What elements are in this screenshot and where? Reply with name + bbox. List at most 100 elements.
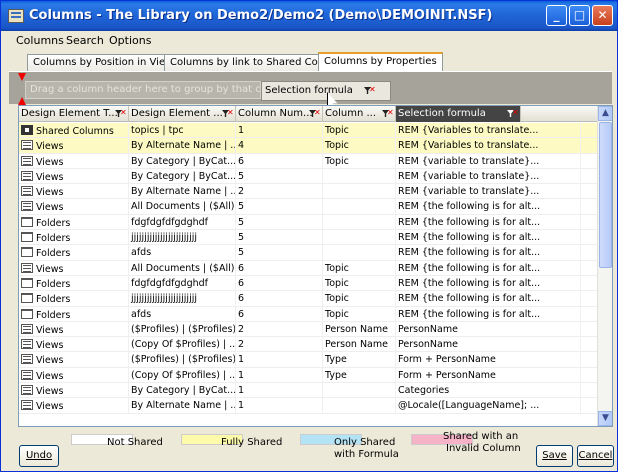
legend-fully-shared-label: Fully Shared xyxy=(221,437,283,448)
table-row[interactable]: Folders jjjjjjjjjjjjjjjjjjjjjjjjj 5 REM {th… xyxy=(19,230,598,246)
cell-formula: PersonName xyxy=(396,321,581,337)
cell-type: Views xyxy=(19,352,129,368)
cell-text: By Alternate Name | ... xyxy=(131,186,236,198)
filter-clear-icon[interactable] xyxy=(309,108,321,118)
cell-num: 5 xyxy=(236,214,323,230)
cell-formula: REM {Variables to translate... xyxy=(396,138,581,154)
table-row[interactable]: Views By Alternate Name | ... 1 @Locale([La… xyxy=(19,398,598,414)
table-row[interactable]: Views By Alternate Name | ... 2 REM {variab… xyxy=(19,184,598,200)
dragged-column-header[interactable]: Selection formula xyxy=(261,81,391,101)
cell-text: afds xyxy=(131,308,152,320)
header-column-number[interactable]: Column Num... xyxy=(236,106,323,122)
cell-type: Views xyxy=(19,153,129,169)
grid-header: Design Element T... Design Element ... C… xyxy=(19,106,598,122)
table-row[interactable]: Folders jjjjjjjjjjjjjjjjjjjjjjjjj 6 Topic RE… xyxy=(19,291,598,307)
cell-element: By Alternate Name | ... xyxy=(129,398,236,414)
filter-clear-icon[interactable] xyxy=(222,108,234,118)
title-bar[interactable]: Columns - The Library on Demo2/Demo2 (De… xyxy=(1,1,617,31)
cell-text: ($Profiles) | ($Profiles) xyxy=(131,354,236,366)
scroll-down-button[interactable]: ▼ xyxy=(598,411,612,426)
columns-grid[interactable]: Design Element T... Design Element ... C… xyxy=(18,105,613,427)
table-row[interactable]: Views (Copy Of $Profiles) | ... 2 Person Na… xyxy=(19,337,598,353)
filter-clear-icon[interactable] xyxy=(115,108,127,118)
tab-columns-by-properties[interactable]: Columns by Properties xyxy=(318,52,443,71)
cell-text: Views xyxy=(36,141,64,153)
cell-text: PersonName xyxy=(398,339,458,351)
undo-button[interactable]: Undo xyxy=(19,445,59,467)
table-row[interactable]: Views By Category | ByCat... 1 Categories xyxy=(19,383,598,399)
menu-columns[interactable]: Columns xyxy=(16,34,64,47)
view-icon xyxy=(21,354,33,365)
header-design-element-type[interactable]: Design Element T... xyxy=(19,106,129,122)
table-row[interactable]: Folders afds 5 REM {the following is for al… xyxy=(19,245,598,261)
table-row[interactable]: Folders fdgfdgfdfgdghdf 5 REM {the followin… xyxy=(19,214,598,231)
table-row[interactable]: Shared Columns topics | tpc 1 Topic REM {Var… xyxy=(19,123,598,139)
cell-formula: Form + PersonName xyxy=(396,352,581,368)
table-row[interactable]: Views All Documents | ($All) 5 REM {the fol… xyxy=(19,199,598,215)
save-button[interactable]: Save xyxy=(536,445,573,467)
header-label: Column ... xyxy=(325,108,377,119)
table-row[interactable]: Views (Copy Of $Profiles) | ... 1 Type Form … xyxy=(19,367,598,384)
view-icon xyxy=(21,385,33,396)
menu-options[interactable]: Options xyxy=(109,34,151,47)
scroll-thumb[interactable] xyxy=(599,122,612,268)
group-by-panel[interactable]: Drag a column header here to group by th… xyxy=(9,71,612,105)
header-selection-formula[interactable]: Selection formula xyxy=(396,106,521,122)
scroll-up-button[interactable]: ▲ xyxy=(598,106,612,121)
cell-num: 1 xyxy=(236,352,323,368)
cancel-button[interactable]: Cancel xyxy=(577,445,614,467)
cell-num: 5 xyxy=(236,199,323,215)
minimize-button[interactable]: _ xyxy=(546,5,567,26)
cell-text: Folders xyxy=(36,294,71,306)
legend-not-shared-label: Not Shared xyxy=(107,437,163,448)
cell-text: All Documents | ($All) xyxy=(131,262,235,274)
cell-num: 5 xyxy=(236,230,323,246)
cell-formula: REM {the following is for alt... xyxy=(396,214,581,230)
table-row[interactable]: Views All Documents | ($All) 6 Topic REM {th… xyxy=(19,260,598,276)
filter-clear-icon[interactable] xyxy=(507,108,519,118)
cell-text: Folders xyxy=(36,248,71,260)
footer-bar: Undo Not Shared Fully Shared Only Shared… xyxy=(1,429,617,471)
table-row[interactable]: Views By Alternate Name | ... 4 Topic REM {V… xyxy=(19,138,598,154)
cell-num: 5 xyxy=(236,245,323,261)
close-button[interactable]: ✕ xyxy=(592,5,613,26)
cell-text: jjjjjjjjjjjjjjjjjjjjjjjjj xyxy=(131,232,197,244)
cell-col: Topic xyxy=(323,123,396,138)
maximize-button[interactable]: □ xyxy=(569,5,590,26)
cell-text: 2 xyxy=(238,323,245,335)
cell-text: REM {Variables to translate... xyxy=(398,125,539,136)
cell-col: Topic xyxy=(323,260,396,276)
cell-text: REM {variable to translate}... xyxy=(398,186,540,198)
cell-type: Views xyxy=(19,138,129,154)
table-row[interactable]: Folders afds 6 Topic REM {the following is f… xyxy=(19,306,598,322)
cell-text: 6 xyxy=(238,293,245,305)
filter-clear-icon[interactable] xyxy=(364,85,376,95)
cell-num: 1 xyxy=(236,367,323,383)
cell-text: REM {the following is for alt... xyxy=(398,232,541,244)
cell-element: fdgfdgfdfgdghdf xyxy=(129,275,236,291)
cell-text: REM {variable to translate}... xyxy=(398,170,540,182)
tab-columns-by-position[interactable]: Columns by Position in Views xyxy=(27,54,185,71)
cell-text: Views xyxy=(36,340,64,352)
cell-num: 1 xyxy=(236,383,323,399)
filter-clear-icon[interactable] xyxy=(382,108,394,118)
table-row[interactable]: Folders fdgfdgfdfgdghdf 6 Topic REM {the fol… xyxy=(19,275,598,292)
header-column-title[interactable]: Column ... xyxy=(323,106,396,122)
table-row[interactable]: Views By Category | ByCat... 6 Topic REM {va… xyxy=(19,153,598,169)
table-row[interactable]: Views By Category | ByCat... 5 REM {variabl… xyxy=(19,168,598,185)
cell-text: 1 xyxy=(238,400,245,412)
vertical-scrollbar[interactable]: ▲ ▼ xyxy=(597,106,612,426)
cell-element: By Category | ByCat... xyxy=(129,153,236,169)
view-icon xyxy=(21,400,33,411)
cell-element: topics | tpc xyxy=(129,123,236,138)
cell-text: REM {the following is for alt... xyxy=(398,277,541,289)
cell-formula: @Locale([LanguageName]; ... xyxy=(396,398,581,414)
cell-text: REM {the following is for alt... xyxy=(398,247,541,259)
cell-element: By Category | ByCat... xyxy=(129,383,236,399)
header-design-element[interactable]: Design Element ... xyxy=(129,106,236,122)
table-row[interactable]: Views ($Profiles) | ($Profiles) 1 Type Form … xyxy=(19,352,598,368)
table-row[interactable]: Views ($Profiles) | ($Profiles) 2 Person Na… xyxy=(19,321,598,338)
legend-invalid-label-1: Shared with an xyxy=(443,431,519,442)
cell-text: fdgfdgfdfgdghdf xyxy=(131,216,209,228)
menu-search[interactable]: Search xyxy=(66,34,104,47)
